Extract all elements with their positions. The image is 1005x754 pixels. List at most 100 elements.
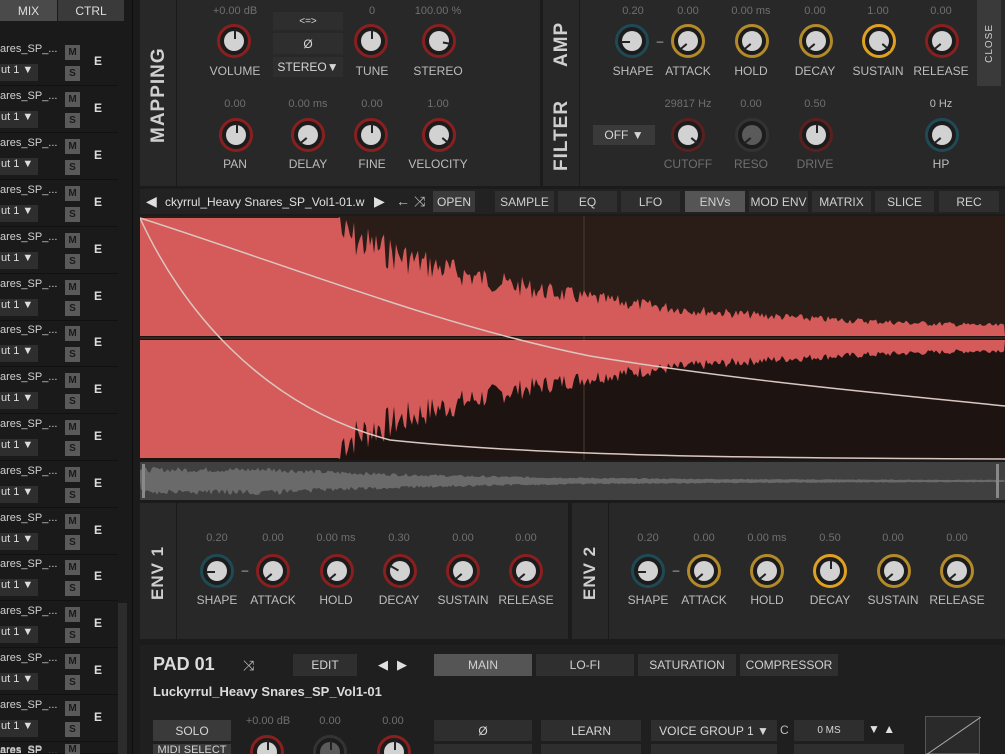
mixer-row[interactable]: ares_SP_...ut 1 ▼ MSE: [0, 509, 118, 555]
close-button[interactable]: CLOSE: [977, 0, 1001, 86]
solo-button[interactable]: S: [65, 488, 80, 503]
amp-hold-knob[interactable]: [735, 24, 769, 58]
mixer-row-output-select[interactable]: ut 1 ▼: [0, 626, 38, 643]
env1-attack-knob[interactable]: [256, 554, 290, 588]
mixer-row-output-select[interactable]: ut 1 ▼: [0, 64, 38, 81]
tab-ctrl[interactable]: CTRL: [58, 0, 124, 21]
mute-button[interactable]: M: [65, 420, 80, 435]
mute-button[interactable]: M: [65, 280, 80, 295]
pad-prev-button[interactable]: ◀: [378, 657, 388, 673]
mixer-row-output-select[interactable]: ut 1 ▼: [0, 579, 38, 596]
edit-button[interactable]: E: [94, 289, 102, 303]
edit-button[interactable]: E: [94, 335, 102, 349]
solo-button[interactable]: S: [65, 160, 80, 175]
mute-button[interactable]: M: [65, 139, 80, 154]
mixer-row[interactable]: ares_SP_...ut 1 ▼ MSE: [0, 181, 118, 227]
mixer-row[interactable]: ares_SP_...ut 1 ▼ MSE: [0, 228, 118, 274]
bottom-select-1[interactable]: [434, 744, 532, 754]
waveform-overview[interactable]: [140, 462, 1005, 500]
pad-shuffle-icon[interactable]: ⤨: [243, 657, 254, 674]
tab-envs[interactable]: ENVs: [685, 191, 745, 212]
mute-button[interactable]: M: [65, 467, 80, 482]
mixer-row[interactable]: ares_SP_...ut 1 ▼ MSE: [0, 40, 118, 86]
mixer-row[interactable]: ares_SP_...ut 1 ▼ MSE: [0, 321, 118, 367]
edit-button[interactable]: E: [94, 710, 102, 724]
mixer-row[interactable]: ares_SP_ M: [0, 744, 118, 754]
edit-button[interactable]: E: [94, 101, 102, 115]
mixer-row[interactable]: ares_SP_...ut 1 ▼ MSE: [0, 134, 118, 180]
stereo-knob[interactable]: [422, 24, 456, 58]
mixer-row[interactable]: ares_SP_...ut 1 ▼ MSE: [0, 87, 118, 133]
phase-mode-button[interactable]: <=>: [273, 12, 343, 30]
env1-sustain-knob[interactable]: [446, 554, 480, 588]
bottom-select-2[interactable]: [541, 744, 641, 754]
mixer-row[interactable]: ares_SP_...ut 1 ▼ MSE: [0, 649, 118, 695]
edit-button[interactable]: E: [94, 663, 102, 677]
edit-button[interactable]: E: [94, 523, 102, 537]
edit-button[interactable]: E: [94, 148, 102, 162]
env1-hold-knob[interactable]: [320, 554, 354, 588]
voice-group-select[interactable]: VOICE GROUP 1 ▼: [651, 720, 777, 741]
edit-button[interactable]: E: [94, 616, 102, 630]
mute-button[interactable]: M: [65, 744, 80, 754]
tab-mod-env[interactable]: MOD ENV: [749, 191, 808, 212]
mute-button[interactable]: M: [65, 514, 80, 529]
mute-button[interactable]: M: [65, 92, 80, 107]
edit-button[interactable]: EDIT: [293, 654, 357, 676]
pad-next-button[interactable]: ▶: [397, 657, 407, 673]
back-arrow-icon[interactable]: ←: [396, 193, 410, 209]
mute-button[interactable]: M: [65, 701, 80, 716]
delay-knob[interactable]: [291, 118, 325, 152]
mixer-row[interactable]: ares_SP_...ut 1 ▼ MSE: [0, 275, 118, 321]
mixer-row[interactable]: ares_SP_...ut 1 ▼ MSE: [0, 462, 118, 508]
mixer-row[interactable]: ares_SP_...ut 1 ▼ MSE: [0, 555, 118, 601]
mixer-row[interactable]: ares_SP_...ut 1 ▼ MSE: [0, 602, 118, 648]
tab-eq[interactable]: EQ: [558, 191, 617, 212]
env2-attack-knob[interactable]: [687, 554, 721, 588]
edit-button[interactable]: E: [94, 569, 102, 583]
learn-button[interactable]: LEARN: [541, 720, 641, 741]
edit-button[interactable]: E: [94, 476, 102, 490]
env1-shape-knob[interactable]: [200, 554, 234, 588]
tab-main[interactable]: MAIN: [434, 654, 532, 676]
mixer-row-output-select[interactable]: ut 1 ▼: [0, 533, 38, 550]
invert-phase-button[interactable]: Ø: [273, 33, 343, 54]
env1-release-knob[interactable]: [509, 554, 543, 588]
solo-button[interactable]: S: [65, 535, 80, 550]
env2-release-knob[interactable]: [940, 554, 974, 588]
mixer-row[interactable]: ares_SP_...ut 1 ▼ MSE: [0, 368, 118, 414]
mixer-row-output-select[interactable]: ut 1 ▼: [0, 205, 38, 222]
pan-knob[interactable]: [219, 118, 253, 152]
next-sample-button[interactable]: ▶: [374, 193, 385, 210]
mute-button[interactable]: M: [65, 326, 80, 341]
mute-button[interactable]: M: [65, 373, 80, 388]
stereo-mode-select[interactable]: STEREO▼: [273, 57, 343, 77]
mixer-row-output-select[interactable]: ut 1 ▼: [0, 111, 38, 128]
solo-button[interactable]: S: [65, 394, 80, 409]
env2-decay-knob[interactable]: [813, 554, 847, 588]
tab-rec[interactable]: REC: [939, 191, 999, 212]
mixer-row-output-select[interactable]: ut 1 ▼: [0, 158, 38, 175]
solo-button[interactable]: S: [65, 347, 80, 362]
solo-button[interactable]: S: [65, 207, 80, 222]
filter-type-select[interactable]: OFF ▼: [593, 125, 655, 145]
tab-sample[interactable]: SAMPLE: [495, 191, 554, 212]
env2-hold-knob[interactable]: [750, 554, 784, 588]
edit-button[interactable]: E: [94, 54, 102, 68]
amp-attack-knob[interactable]: [671, 24, 705, 58]
fine-knob[interactable]: [354, 118, 388, 152]
mixer-row-output-select[interactable]: ut 1 ▼: [0, 673, 38, 690]
tab-slice[interactable]: SLICE: [875, 191, 934, 212]
env2-sustain-knob[interactable]: [877, 554, 911, 588]
mute-button[interactable]: M: [65, 186, 80, 201]
solo-button[interactable]: S: [65, 254, 80, 269]
reso-knob[interactable]: [735, 118, 769, 152]
mute-button[interactable]: M: [65, 233, 80, 248]
ms-field[interactable]: 0 MS: [794, 720, 864, 741]
tab-matrix[interactable]: MATRIX: [812, 191, 871, 212]
mixer-row-output-select[interactable]: ut 1 ▼: [0, 486, 38, 503]
mixer-row-output-select[interactable]: ut 1 ▼: [0, 252, 38, 269]
velocity-knob[interactable]: [422, 118, 456, 152]
tab-mix[interactable]: MIX: [0, 0, 57, 21]
tab-lfo[interactable]: LFO: [621, 191, 680, 212]
